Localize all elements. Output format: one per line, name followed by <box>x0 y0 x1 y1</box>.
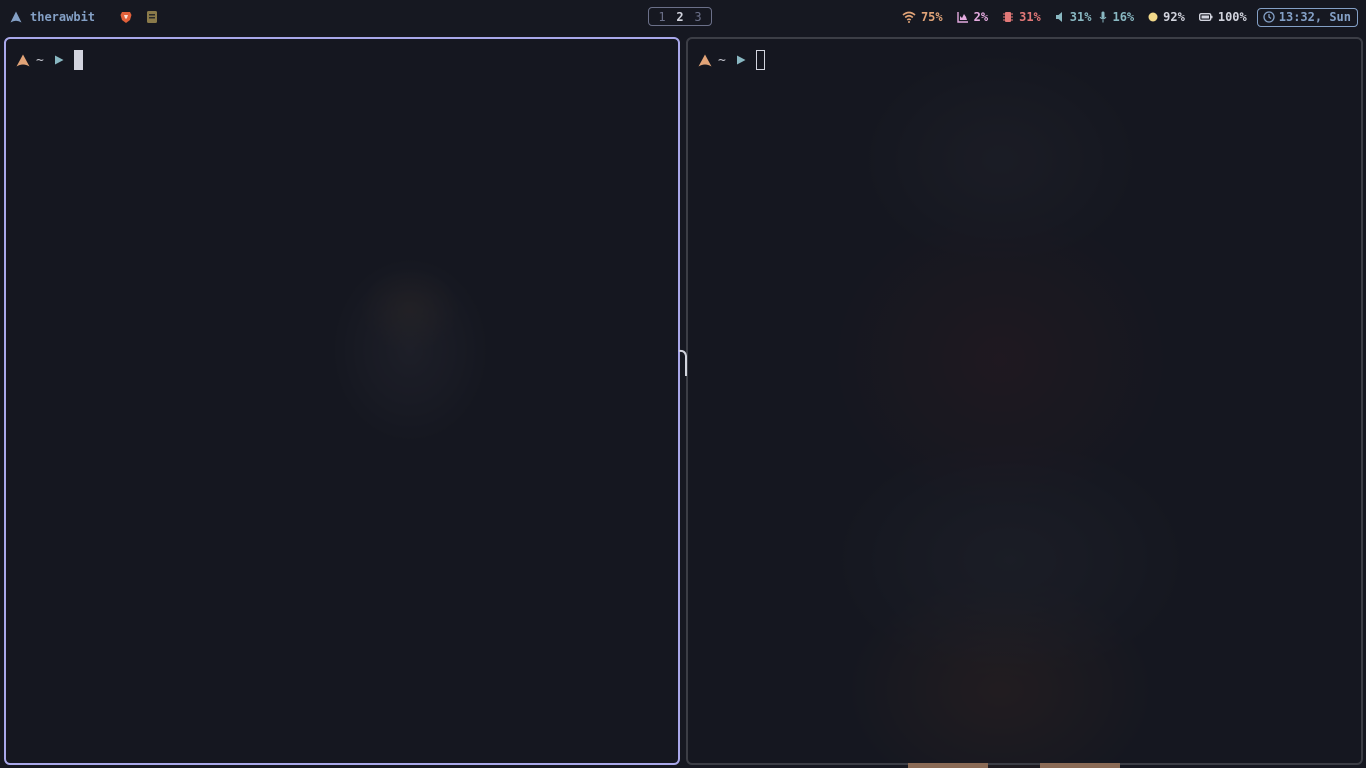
workspace-switcher: 1 2 3 <box>648 7 712 26</box>
wifi-icon <box>902 11 916 23</box>
brightness-module[interactable]: 92% <box>1148 10 1185 24</box>
volume-icon <box>1055 12 1062 22</box>
clock-module[interactable]: 13:32, Sun <box>1256 7 1358 27</box>
volume-module[interactable]: 31% <box>1055 10 1092 24</box>
prompt-directory: ~ <box>718 52 726 68</box>
wifi-strength: 75% <box>920 10 943 24</box>
bar-left-section: therawbit <box>10 0 159 34</box>
memory-chip-icon <box>1003 12 1014 22</box>
memory-usage: 31% <box>1019 10 1041 24</box>
terminal-cursor <box>755 50 765 70</box>
battery-module[interactable]: 100% <box>1198 10 1247 24</box>
terminal-right-prompt: ~ <box>698 50 765 70</box>
brightness-icon <box>1148 12 1158 22</box>
bar-right-section: 75% 2% 31% 31% 16% 92% 100% 13:32, Sun <box>888 0 1358 34</box>
arch-logo-icon[interactable] <box>10 11 22 23</box>
terminal-left-prompt: ~ <box>16 50 83 70</box>
terminal-left[interactable]: ~ <box>4 37 680 765</box>
cpu-module[interactable]: 2% <box>956 10 989 24</box>
prompt-arrow-icon <box>54 55 64 65</box>
wallpaper-detail <box>908 763 1120 768</box>
prompt-directory: ~ <box>36 52 44 68</box>
mic-module[interactable]: 16% <box>1099 10 1134 24</box>
arch-prompt-icon <box>698 54 712 66</box>
battery-level: 100% <box>1217 10 1247 24</box>
arch-prompt-icon <box>16 54 30 66</box>
volume-level: 31% <box>1069 10 1092 24</box>
prompt-arrow-icon <box>736 55 746 65</box>
clock-time: 13:32, Sun <box>1278 10 1351 24</box>
mic-level: 16% <box>1112 10 1135 24</box>
resize-cursor-icon <box>678 349 687 376</box>
workspace-2-button[interactable]: 2 <box>676 10 683 24</box>
workspace-3-button[interactable]: 3 <box>694 10 701 24</box>
battery-icon <box>1198 13 1213 21</box>
hostname-label: therawbit <box>30 10 96 24</box>
microphone-icon <box>1100 11 1107 23</box>
wifi-module[interactable]: 75% <box>902 10 943 24</box>
cpu-chart-icon <box>956 12 968 23</box>
brave-browser-icon[interactable] <box>119 10 133 24</box>
workspace-1-button[interactable]: 1 <box>658 10 665 24</box>
terminal-right[interactable]: ~ <box>686 37 1363 765</box>
brightness-level: 92% <box>1163 10 1185 24</box>
terminal-cursor <box>73 50 83 70</box>
memory-module[interactable]: 31% <box>1002 10 1041 24</box>
notes-app-icon[interactable] <box>145 10 159 24</box>
clock-icon <box>1263 11 1275 23</box>
top-bar: therawbit 1 2 3 75% 2% 31% 31% 16% 92% 1… <box>0 0 1366 34</box>
cpu-usage: 2% <box>973 10 989 24</box>
